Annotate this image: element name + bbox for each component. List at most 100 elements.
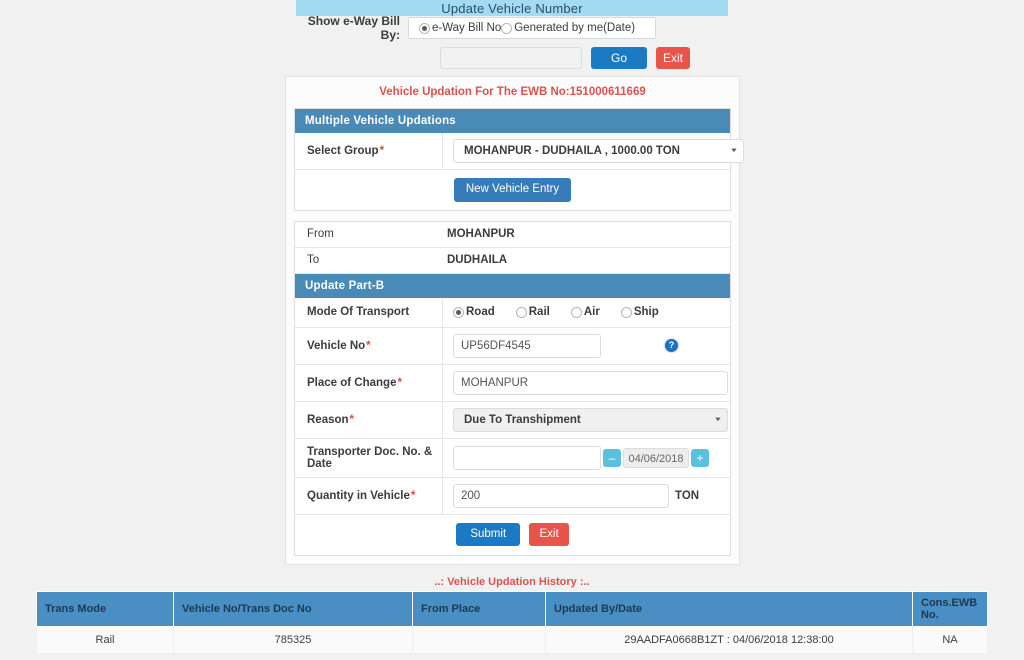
exit-button-top[interactable]: Exit [656, 46, 690, 69]
from-label: From [307, 228, 334, 240]
required-asterisk: * [397, 376, 402, 389]
radio-mode-ship[interactable]: Ship [620, 306, 659, 318]
table-header-row: Trans Mode Vehicle No/Trans Doc No From … [36, 591, 988, 627]
radio-mode-road-dot[interactable] [453, 306, 464, 318]
place-of-change-label: Place of Change [307, 376, 397, 389]
table-row: Rail 785325 29AADFA0668B1ZT : 04/06/2018… [36, 626, 988, 654]
to-row: To DUDHAILA [295, 248, 730, 274]
transporter-doc-row: Transporter Doc. No. & Date – 04/06/2018… [295, 438, 730, 478]
multiple-vehicle-updations-section: Multiple Vehicle Updations Select Group *… [294, 108, 744, 211]
from-row: From MOHANPUR [295, 222, 730, 248]
radio-mode-rail-label: Rail [528, 306, 550, 318]
place-of-change-input[interactable] [453, 370, 728, 395]
column-header-trans-mode: Trans Mode [36, 591, 174, 627]
radio-ewb-no-dot[interactable] [419, 22, 430, 34]
quantity-label-cell: Quantity in Vehicle * [295, 477, 443, 514]
select-group-dropdown-wrap[interactable]: MOHANPUR - DUDHAILA , 1000.00 TON [453, 139, 744, 163]
select-group-field: MOHANPUR - DUDHAILA , 1000.00 TON [443, 133, 754, 169]
mode-of-transport-label-cell: Mode Of Transport [295, 297, 443, 327]
radio-mode-air-label: Air [583, 306, 600, 318]
select-group-row: Select Group * MOHANPUR - DUDHAILA , 1000… [295, 133, 744, 170]
required-asterisk: * [410, 489, 416, 502]
submit-button[interactable]: Submit [456, 522, 521, 546]
cell-vehicle-no: 785325 [173, 626, 413, 654]
vehicle-no-field: ? [443, 328, 730, 364]
from-value: MOHANPUR [447, 228, 515, 240]
vehicle-no-input[interactable] [453, 333, 601, 358]
date-increment-button[interactable]: + [691, 448, 709, 467]
required-asterisk: * [349, 413, 355, 426]
column-header-vehicle-no: Vehicle No/Trans Doc No [173, 591, 413, 627]
transporter-doc-label-cell: Transporter Doc. No. & Date [295, 438, 443, 477]
radio-generated-by-me-label: Generated by me(Date) [514, 22, 636, 34]
place-of-change-row: Place of Change * [295, 364, 730, 402]
to-value: DUDHAILA [447, 254, 508, 266]
exit-button-form[interactable]: Exit [529, 522, 569, 546]
multiple-updations-heading: Multiple Vehicle Updations [295, 109, 730, 133]
select-group-label-cell: Select Group * [295, 133, 443, 169]
reason-field: Due To Transhipment [443, 402, 738, 438]
radio-mode-rail[interactable]: Rail [515, 306, 550, 318]
radio-mode-rail-dot[interactable] [515, 306, 527, 318]
mode-of-transport-label: Mode Of Transport [307, 306, 410, 318]
cell-trans-mode: Rail [36, 626, 174, 654]
radio-ewb-no[interactable]: e-Way Bill No [419, 22, 501, 34]
page-title: Update Vehicle Number [441, 1, 583, 16]
history-title: ..: Vehicle Updation History :.. [434, 576, 590, 588]
column-header-cons-ewb-no: Cons.EWB No. [912, 591, 988, 627]
to-label: To [307, 254, 320, 266]
show-ewb-by-label: Show e-Way Bill By: [307, 14, 400, 42]
cell-from-place [412, 626, 546, 654]
radio-mode-ship-label: Ship [633, 306, 659, 318]
radio-generated-by-me-dot[interactable] [501, 22, 513, 34]
transporter-doc-field: – 04/06/2018 + [443, 440, 730, 476]
radio-mode-road[interactable]: Road [453, 306, 495, 318]
date-decrement-button[interactable]: – [603, 448, 621, 467]
form-actions-row: Submit Exit [295, 514, 730, 555]
column-header-updated-by-date: Updated By/Date [545, 591, 913, 627]
update-part-b-heading: Update Part-B [295, 273, 730, 298]
vehicle-no-label: Vehicle No [307, 339, 366, 352]
transporter-doc-input[interactable] [453, 445, 601, 470]
reason-dropdown[interactable]: Due To Transhipment [453, 407, 728, 432]
reason-row: Reason * Due To Transhipment [295, 401, 730, 439]
column-header-from-place: From Place [412, 591, 546, 627]
search-block: Show e-Way Bill By: e-Way Bill No Genera… [296, 14, 728, 71]
select-group-dropdown[interactable]: MOHANPUR - DUDHAILA , 1000.00 TON [453, 139, 744, 163]
quantity-unit: TON [675, 489, 700, 502]
part-b-section: From MOHANPUR To DUDHAILA Update Part-B … [294, 220, 731, 556]
select-group-label: Select Group [307, 145, 379, 157]
required-asterisk: * [379, 145, 385, 157]
show-ewb-by-row: Show e-Way Bill By: e-Way Bill No Genera… [296, 14, 728, 42]
radio-generated-by-me[interactable]: Generated by me(Date) [501, 22, 635, 34]
mode-of-transport-row: Mode Of Transport Road Rail Air Ship [295, 297, 730, 328]
ewb-number-title: Vehicle Updation For The EWB No:15100061… [379, 86, 646, 98]
transporter-doc-date[interactable]: 04/06/2018 [623, 447, 689, 468]
radio-mode-ship-dot[interactable] [620, 306, 632, 318]
new-vehicle-entry-row: New Vehicle Entry [295, 170, 730, 210]
quantity-input[interactable] [453, 483, 669, 508]
radio-mode-road-label: Road [466, 306, 495, 318]
required-asterisk: * [366, 339, 371, 352]
mode-of-transport-field: Road Rail Air Ship [443, 300, 730, 324]
mode-of-transport-radio-group[interactable]: Road Rail Air Ship [453, 306, 659, 318]
go-button[interactable]: Go [591, 46, 647, 69]
search-controls-row: Go Exit [296, 45, 728, 70]
radio-ewb-no-label: e-Way Bill No [432, 22, 502, 34]
reason-dropdown-wrap[interactable]: Due To Transhipment [453, 407, 728, 432]
vehicle-no-label-cell: Vehicle No * [295, 327, 443, 364]
place-of-change-field [443, 365, 738, 401]
quantity-row: Quantity in Vehicle* TON [295, 477, 730, 515]
radio-mode-air-dot[interactable] [570, 306, 582, 318]
ewb-search-input[interactable] [440, 46, 582, 69]
cell-updated-by-date: 29AADFA0668B1ZT : 04/06/2018 12:38:00 [545, 626, 913, 654]
help-icon[interactable]: ? [665, 339, 678, 352]
quantity-label: Quantity in Vehicle [307, 489, 410, 502]
quantity-field: TON [443, 478, 730, 514]
radio-mode-air[interactable]: Air [570, 306, 600, 318]
transporter-doc-label: Transporter Doc. No. & Date [307, 445, 433, 470]
cell-cons-ewb-no: NA [912, 626, 988, 654]
new-vehicle-entry-button[interactable]: New Vehicle Entry [453, 178, 572, 202]
reason-label-cell: Reason * [295, 401, 443, 438]
show-ewb-by-radio-group[interactable]: e-Way Bill No Generated by me(Date) [408, 17, 656, 39]
